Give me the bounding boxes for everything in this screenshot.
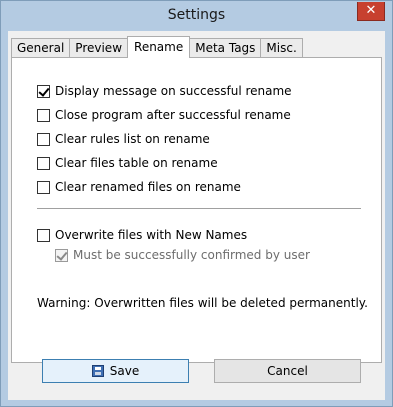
overwrite-warning: Warning: Overwritten files will be delet…	[37, 296, 368, 310]
clear-files-table-checkbox[interactable]	[37, 156, 50, 170]
tab-meta-tags[interactable]: Meta Tags	[189, 38, 262, 57]
cancel-button[interactable]: Cancel	[214, 359, 361, 383]
clear-rules-label: Clear rules list on rename	[55, 132, 210, 146]
tab-rename[interactable]: Rename	[127, 36, 191, 58]
clear-files-table-label: Clear files table on rename	[55, 156, 218, 170]
title-bar: Settings ✕	[1, 1, 392, 31]
save-button-label: Save	[109, 364, 140, 378]
cancel-button-label: Cancel	[267, 364, 308, 378]
close-program-label: Close program after successful rename	[55, 108, 291, 122]
overwrite-checkbox[interactable]	[37, 228, 50, 242]
rename-tab-panel: Display message on successful rename Clo…	[11, 57, 382, 363]
floppy-disk-icon	[91, 365, 104, 377]
tab-misc[interactable]: Misc.	[260, 38, 303, 57]
option-clear-rules[interactable]: Clear rules list on rename	[37, 131, 210, 147]
option-overwrite[interactable]: Overwrite files with New Names	[37, 227, 247, 243]
must-confirm-checkbox	[55, 248, 68, 262]
clear-rules-checkbox[interactable]	[37, 132, 50, 146]
tab-preview[interactable]: Preview	[69, 38, 129, 57]
option-display-message[interactable]: Display message on successful rename	[37, 83, 292, 99]
overwrite-label: Overwrite files with New Names	[55, 228, 248, 242]
display-message-label: Display message on successful rename	[55, 84, 292, 98]
must-confirm-label: Must be successfully confirmed by user	[73, 248, 310, 262]
separator	[37, 208, 361, 209]
settings-window: Settings ✕ General Preview Rename Meta T…	[0, 0, 393, 407]
close-icon: ✕	[365, 3, 377, 18]
option-close-program[interactable]: Close program after successful rename	[37, 107, 291, 123]
save-button[interactable]: Save	[42, 359, 189, 383]
close-program-checkbox[interactable]	[37, 108, 50, 122]
tab-general[interactable]: General	[11, 38, 71, 57]
close-button[interactable]: ✕	[357, 2, 385, 21]
dialog-body: General Preview Rename Meta Tags Misc. D…	[8, 31, 385, 400]
option-must-confirm: Must be successfully confirmed by user	[55, 247, 310, 263]
tab-strip: General Preview Rename Meta Tags Misc.	[11, 36, 303, 58]
option-clear-renamed-files[interactable]: Clear renamed files on rename	[37, 179, 241, 195]
window-title: Settings	[167, 7, 226, 23]
clear-renamed-files-label: Clear renamed files on rename	[55, 180, 241, 194]
clear-renamed-files-checkbox[interactable]	[37, 180, 50, 194]
option-clear-files-table[interactable]: Clear files table on rename	[37, 155, 218, 171]
display-message-checkbox[interactable]	[37, 84, 50, 98]
